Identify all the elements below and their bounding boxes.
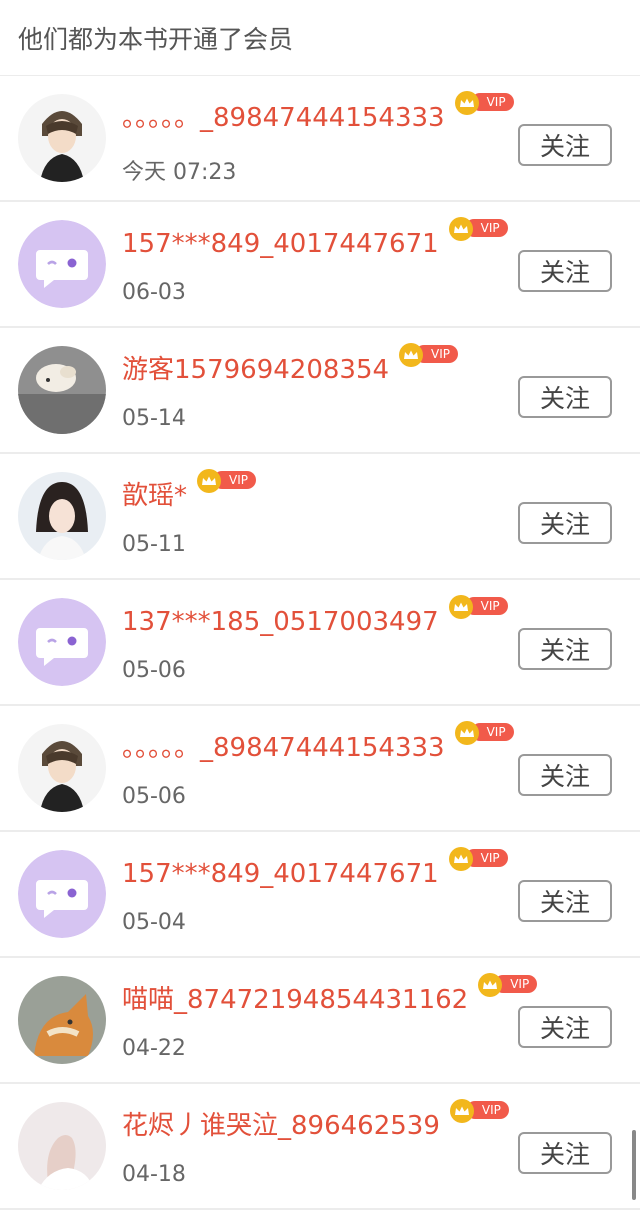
name-line: 花烬丿谁哭泣_896462539 VIP [122, 1099, 512, 1146]
crown-icon [476, 972, 506, 998]
name-line: 。。。。。_89847444154333 VIP [122, 721, 517, 768]
crown-icon [447, 846, 477, 872]
vip-badge: VIP [447, 216, 511, 242]
avatar[interactable] [18, 976, 106, 1064]
crown-icon [195, 468, 225, 494]
name-line: 游客1579694208354 VIP [122, 343, 461, 390]
member-row[interactable]: 喵喵_87472194854431162 VIP 04-22 关注 [0, 958, 640, 1084]
avatar[interactable] [18, 850, 106, 938]
avatar[interactable] [18, 1102, 106, 1190]
crown-icon [453, 90, 483, 116]
follow-button[interactable]: 关注 [518, 1132, 612, 1174]
crown-icon [453, 720, 483, 746]
member-time: 05-06 [122, 658, 186, 683]
vip-badge: VIP [476, 972, 540, 998]
avatar[interactable] [18, 472, 106, 560]
name-line: 157***849_4017447671 VIP [122, 847, 511, 894]
member-name[interactable]: 。。。。。_89847444154333 [122, 98, 445, 138]
member-row[interactable]: 137***185_0517003497 VIP 05-06 关注 [0, 580, 640, 706]
member-row[interactable]: 游客1579694208354 VIP 05-14 关注 [0, 328, 640, 454]
member-list: 。。。。。_89847444154333 VIP 今天 07:23 关注 157***8… [0, 76, 640, 1210]
member-name[interactable]: 。。。。。_89847444154333 [122, 728, 445, 768]
member-name[interactable]: 157***849_4017447671 [122, 854, 439, 894]
member-row[interactable]: 。。。。。_89847444154333 VIP 今天 07:23 关注 [0, 76, 640, 202]
page-title-text: 他们都为本书开通了会员 [18, 24, 294, 54]
vip-badge: VIP [453, 90, 517, 116]
member-name[interactable]: 137***185_0517003497 [122, 602, 439, 642]
name-line: 157***849_4017447671 VIP [122, 217, 511, 264]
member-time: 05-06 [122, 784, 186, 809]
crown-icon [397, 342, 427, 368]
crown-icon [447, 216, 477, 242]
crown-icon [447, 594, 477, 620]
avatar[interactable] [18, 94, 106, 182]
name-line: 喵喵_87472194854431162 VIP [122, 973, 540, 1020]
member-name[interactable]: 157***849_4017447671 [122, 224, 439, 264]
member-row[interactable]: 157***849_4017447671 VIP 05-04 关注 [0, 832, 640, 958]
member-name[interactable]: 歆瑶* [122, 476, 187, 516]
member-row[interactable]: 花烬丿谁哭泣_896462539 VIP 04-18 关注 [0, 1084, 640, 1210]
vip-badge: VIP [195, 468, 259, 494]
avatar[interactable] [18, 598, 106, 686]
member-name[interactable]: 喵喵_87472194854431162 [122, 980, 468, 1020]
vip-badge: VIP [397, 342, 461, 368]
vip-badge: VIP [453, 720, 517, 746]
member-row[interactable]: 歆瑶* VIP 05-11 关注 [0, 454, 640, 580]
vip-badge: VIP [447, 594, 511, 620]
name-line: 137***185_0517003497 VIP [122, 595, 511, 642]
vip-badge: VIP [448, 1098, 512, 1124]
avatar[interactable] [18, 220, 106, 308]
follow-button[interactable]: 关注 [518, 880, 612, 922]
member-time: 05-11 [122, 532, 186, 557]
crown-icon [448, 1098, 478, 1124]
follow-button[interactable]: 关注 [518, 124, 612, 166]
member-time: 04-18 [122, 1162, 186, 1187]
member-name[interactable]: 花烬丿谁哭泣_896462539 [122, 1106, 440, 1146]
follow-button[interactable]: 关注 [518, 754, 612, 796]
follow-button[interactable]: 关注 [518, 1006, 612, 1048]
follow-button[interactable]: 关注 [518, 376, 612, 418]
follow-button[interactable]: 关注 [518, 250, 612, 292]
member-time: 05-04 [122, 910, 186, 935]
member-time: 今天 07:23 [122, 160, 237, 185]
avatar[interactable] [18, 346, 106, 434]
member-row[interactable]: 157***849_4017447671 VIP 06-03 关注 [0, 202, 640, 328]
page-title: 他们都为本书开通了会员 [0, 0, 640, 76]
member-time: 06-03 [122, 280, 186, 305]
vip-badge: VIP [447, 846, 511, 872]
follow-button[interactable]: 关注 [518, 628, 612, 670]
scrollbar[interactable] [632, 1130, 636, 1200]
member-time: 04-22 [122, 1036, 186, 1061]
follow-button[interactable]: 关注 [518, 502, 612, 544]
avatar[interactable] [18, 724, 106, 812]
name-line: 歆瑶* VIP [122, 469, 259, 516]
name-line: 。。。。。_89847444154333 VIP [122, 91, 517, 138]
member-time: 05-14 [122, 406, 186, 431]
member-name[interactable]: 游客1579694208354 [122, 350, 389, 390]
member-row[interactable]: 。。。。。_89847444154333 VIP 05-06 关注 [0, 706, 640, 832]
